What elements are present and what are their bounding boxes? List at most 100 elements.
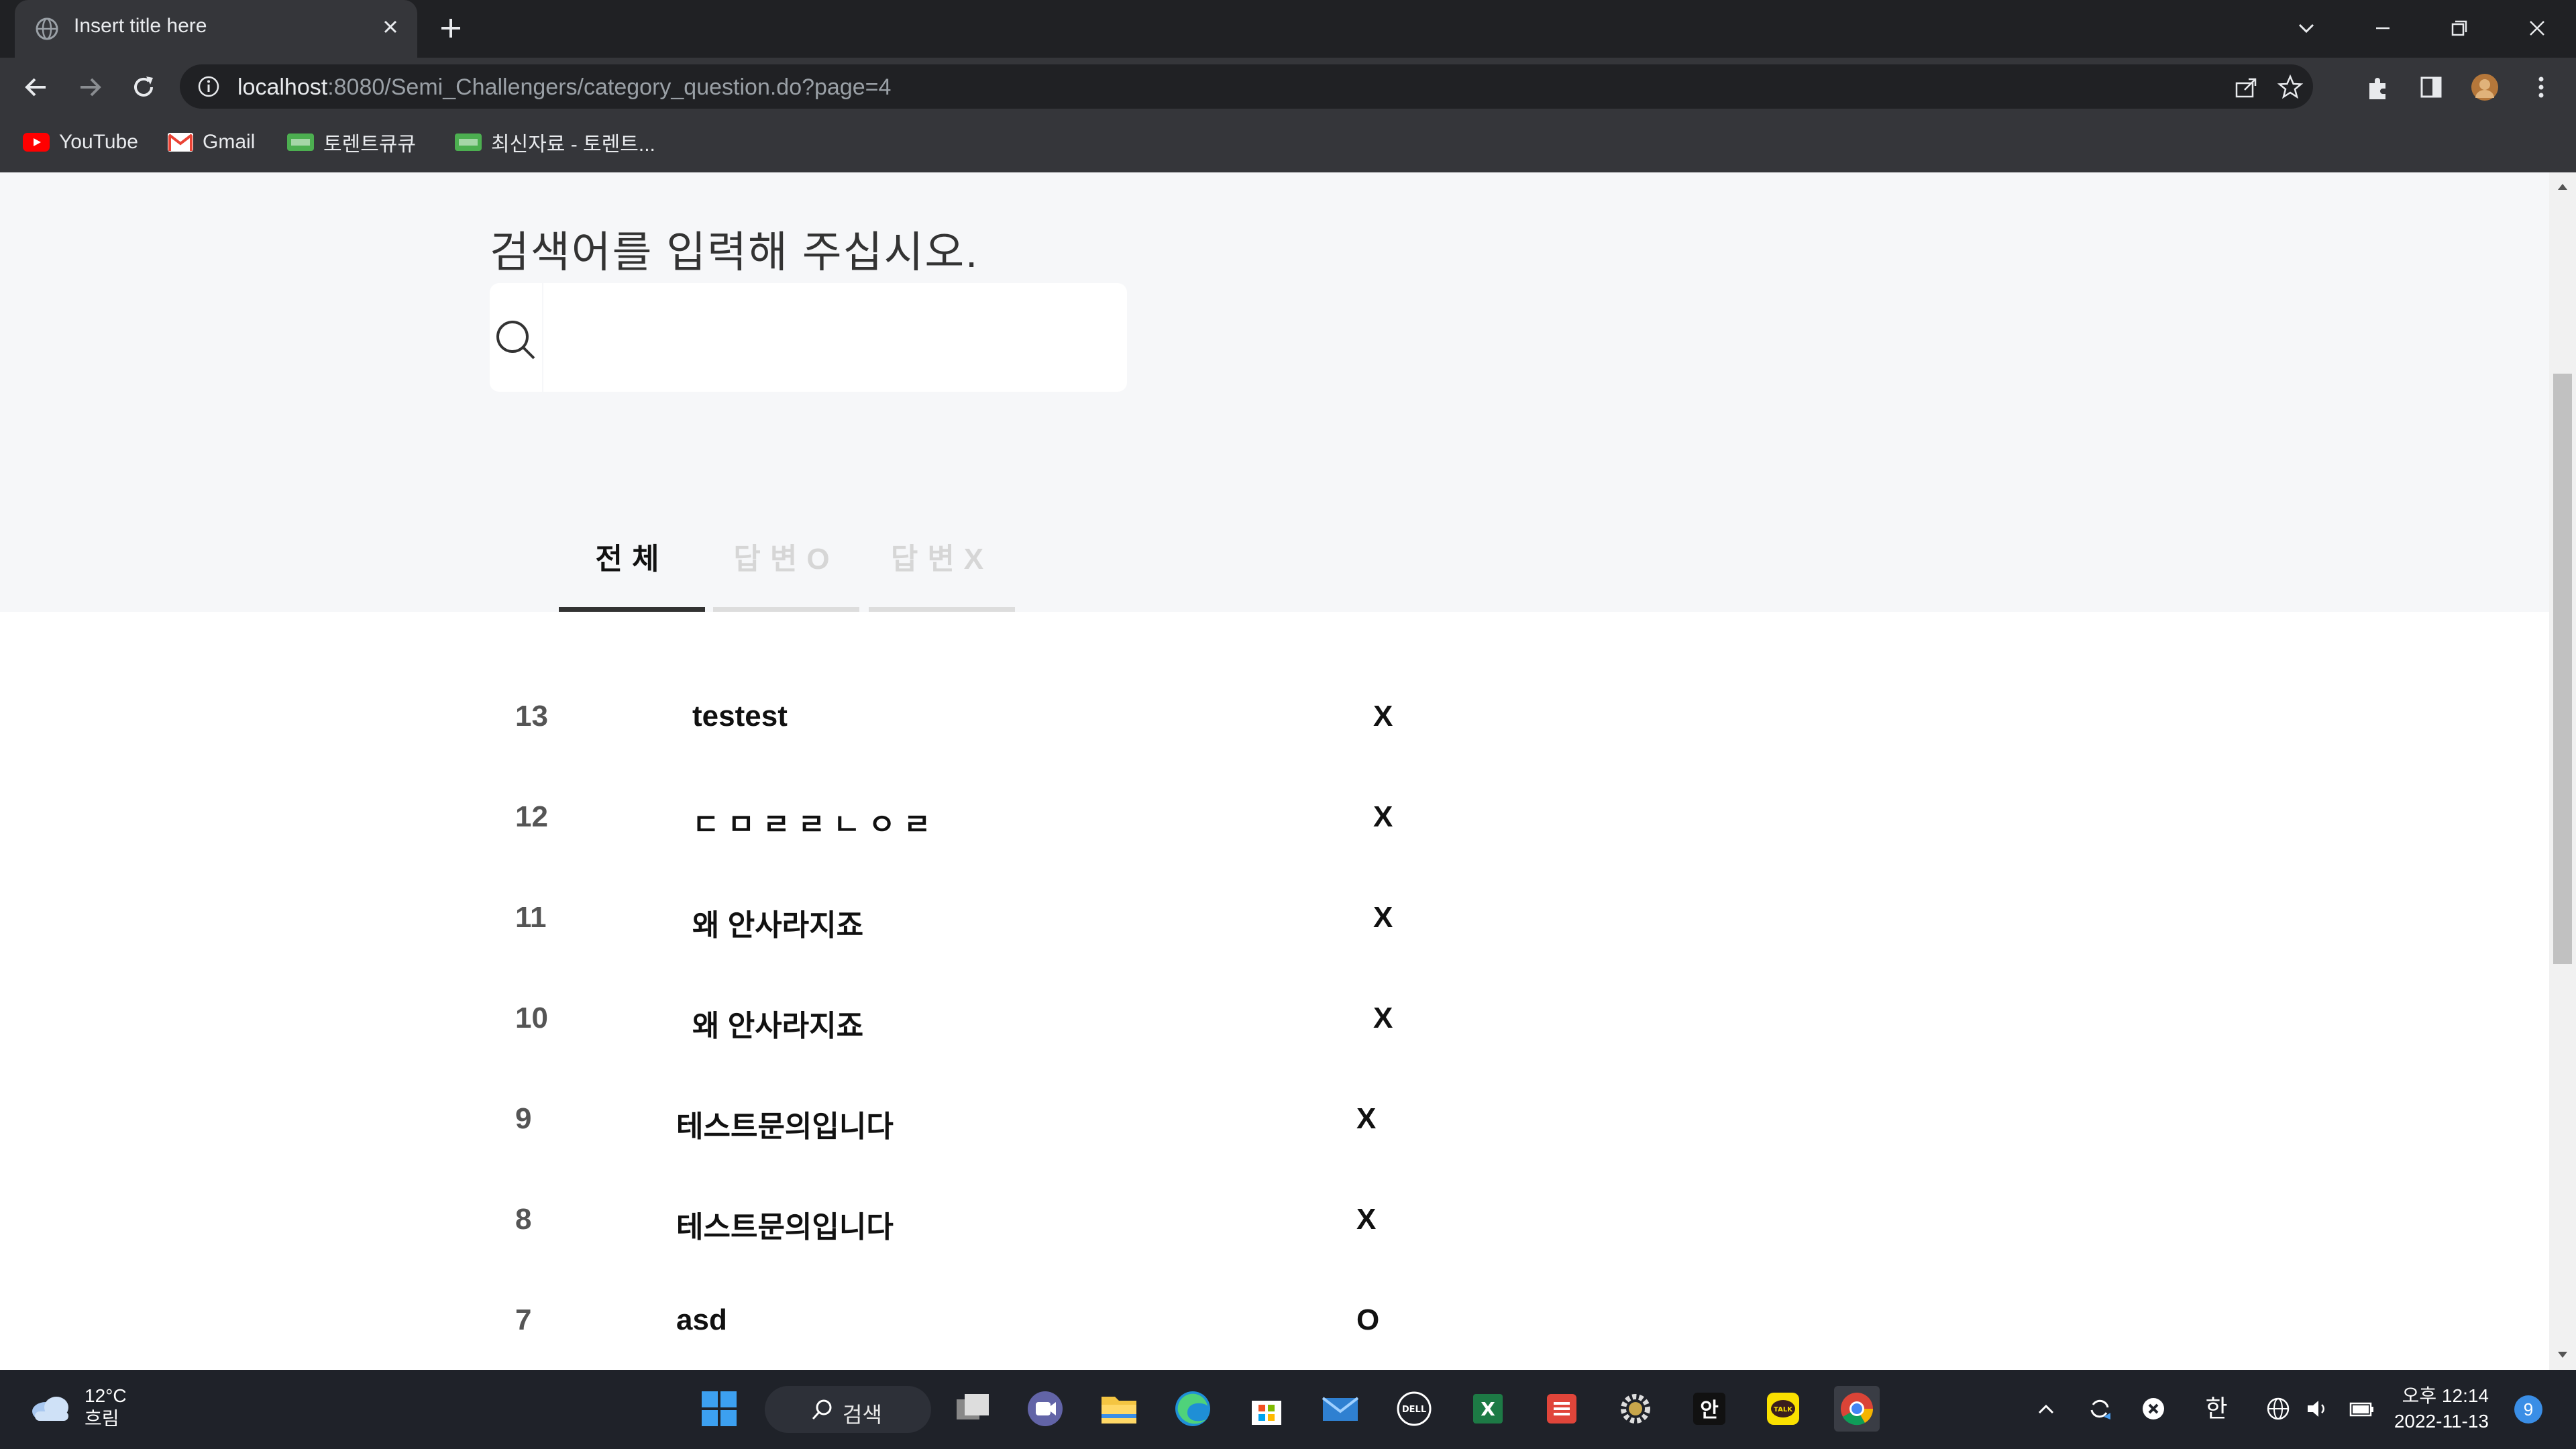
network-globe-icon[interactable] — [2262, 1393, 2294, 1425]
table-row[interactable]: 11 왜 안사라지죠 X — [0, 870, 2549, 971]
close-tab-icon[interactable] — [377, 13, 404, 40]
file-explorer-icon[interactable] — [1095, 1385, 1143, 1433]
row-number: 8 — [515, 1203, 532, 1236]
extensions-icon[interactable] — [2363, 72, 2392, 102]
page-content: 검색어를 입력해 주십시오. 전체 답변O 답변X 13 testest X 1… — [0, 172, 2549, 1370]
notification-badge[interactable]: 9 — [2514, 1395, 2542, 1424]
site-info-icon[interactable] — [197, 75, 220, 98]
browser-toolbar: localhost:8080/Semi_Challengers/category… — [0, 58, 2576, 117]
error-x-icon[interactable] — [2137, 1393, 2169, 1425]
table-row[interactable]: 10 왜 안사라지죠 X — [0, 971, 2549, 1071]
ime-indicator[interactable]: 한 — [2200, 1393, 2233, 1425]
bookmark-star-icon[interactable] — [2277, 74, 2304, 101]
row-answer-status: X — [1373, 800, 1393, 833]
settings-gear-icon[interactable] — [1611, 1385, 1660, 1433]
search-icon — [812, 1399, 832, 1420]
row-number: 12 — [515, 800, 548, 833]
svg-text:DELL: DELL — [1402, 1405, 1426, 1415]
row-number: 13 — [515, 700, 548, 733]
task-view-icon[interactable] — [949, 1385, 997, 1433]
page-scrollbar[interactable] — [2549, 172, 2576, 1370]
table-row[interactable]: 12 ㄷㅁㄹㄹㄴㅇㄹ X — [0, 769, 2549, 870]
back-arrow-icon[interactable] — [20, 71, 52, 103]
weather-widget[interactable]: 12°C 흐림 — [30, 1385, 127, 1430]
chevron-up-icon[interactable] — [2030, 1393, 2062, 1425]
row-title[interactable]: testest — [692, 700, 788, 733]
tab-all-indicator — [559, 607, 705, 612]
mail-icon[interactable] — [1316, 1385, 1364, 1433]
table-row[interactable]: 8 테스트문의입니다 X — [0, 1172, 2549, 1273]
row-title[interactable]: 왜 안사라지죠 — [692, 1002, 863, 1044]
dell-icon[interactable]: DELL — [1390, 1385, 1438, 1433]
minimize-icon[interactable] — [2367, 12, 2399, 44]
gmail-icon — [168, 133, 193, 152]
menu-dots-icon[interactable] — [2526, 72, 2556, 102]
row-number: 10 — [515, 1002, 548, 1034]
svg-text:TALK: TALK — [1774, 1406, 1793, 1413]
row-answer-status: X — [1356, 1203, 1377, 1236]
chrome-icon[interactable] — [1833, 1385, 1881, 1433]
scroll-down-arrow-icon[interactable] — [2556, 1348, 2569, 1361]
windows-start-icon[interactable] — [695, 1385, 743, 1433]
bookmark-latest-torrent[interactable]: 최신자료 - 토렌트... — [455, 127, 655, 157]
table-row[interactable]: 7 asd O — [0, 1273, 2549, 1370]
share-icon[interactable] — [2233, 74, 2259, 101]
tab-answered-label: 답변O — [733, 543, 839, 576]
scrollbar-thumb[interactable] — [2553, 374, 2572, 964]
office-app-icon[interactable] — [1538, 1385, 1586, 1433]
svg-text:X: X — [1481, 1398, 1495, 1420]
taskbar-search[interactable]: 검색 — [765, 1386, 931, 1433]
tab-all-label: 전체 — [595, 543, 669, 576]
taskbar-search-label: 검색 — [843, 1403, 882, 1427]
hangul-app-icon[interactable]: 안 — [1685, 1385, 1733, 1433]
restore-icon[interactable] — [2443, 12, 2475, 44]
tab-unanswered[interactable]: 답변X — [869, 528, 1015, 612]
profile-avatar[interactable] — [2470, 72, 2500, 102]
row-title[interactable]: 테스트문의입니다 — [676, 1102, 894, 1145]
volume-icon[interactable] — [2301, 1393, 2333, 1425]
row-title[interactable]: ㄷㅁㄹㄹㄴㅇㄹ — [692, 800, 938, 843]
new-tab-icon[interactable] — [436, 13, 466, 43]
side-panel-icon[interactable] — [2416, 72, 2446, 102]
tab-title: Insert title here — [74, 15, 207, 37]
reload-icon[interactable] — [127, 71, 160, 103]
close-window-icon[interactable] — [2521, 12, 2553, 44]
row-answer-status: X — [1373, 1002, 1393, 1034]
row-title[interactable]: 테스트문의입니다 — [676, 1203, 894, 1246]
teams-chat-icon[interactable] — [1021, 1385, 1069, 1433]
row-title[interactable]: asd — [676, 1303, 727, 1337]
row-number: 11 — [515, 901, 547, 934]
microsoft-store-icon[interactable] — [1242, 1385, 1291, 1433]
address-bar[interactable]: localhost:8080/Semi_Challengers/category… — [180, 64, 2313, 109]
url-text: localhost:8080/Semi_Challengers/category… — [237, 74, 892, 100]
scroll-up-arrow-icon[interactable] — [2556, 180, 2569, 194]
youtube-icon — [23, 133, 50, 152]
tab-search-chevron-icon[interactable] — [2290, 12, 2322, 44]
bookmark-youtube[interactable]: YouTube — [23, 127, 138, 157]
row-answer-status: X — [1373, 700, 1393, 733]
forward-arrow-icon[interactable] — [74, 71, 106, 103]
table-row[interactable]: 13 testest X — [0, 669, 2549, 769]
row-number: 9 — [515, 1102, 532, 1135]
weather-temp: 12°C — [85, 1385, 127, 1406]
browser-chrome: Insert title here localhost:8080/Semi_Ch… — [0, 0, 2576, 172]
tab-answered[interactable]: 답변O — [713, 528, 859, 612]
row-number: 7 — [515, 1303, 532, 1336]
row-answer-status: X — [1356, 1102, 1377, 1135]
system-clock[interactable]: 오후 12:14 2022-11-13 — [2388, 1383, 2489, 1434]
sync-icon[interactable] — [2084, 1393, 2116, 1425]
torrent-icon — [455, 133, 482, 151]
tab-all[interactable]: 전체 — [559, 528, 705, 612]
battery-icon[interactable] — [2345, 1393, 2377, 1425]
row-title[interactable]: 왜 안사라지죠 — [692, 901, 863, 944]
search-input[interactable] — [543, 283, 1127, 392]
browser-tab[interactable]: Insert title here — [15, 0, 417, 58]
table-row[interactable]: 9 테스트문의입니다 X — [0, 1071, 2549, 1172]
bookmark-gmail[interactable]: Gmail — [168, 127, 255, 157]
search-icon-container[interactable] — [490, 283, 542, 392]
torrent-icon — [287, 133, 314, 151]
bookmark-torrentqq[interactable]: 토렌트큐큐 — [287, 127, 416, 157]
kakaotalk-icon[interactable]: TALK — [1759, 1385, 1807, 1433]
excel-icon[interactable]: X — [1464, 1385, 1512, 1433]
edge-browser-icon[interactable] — [1169, 1385, 1217, 1433]
